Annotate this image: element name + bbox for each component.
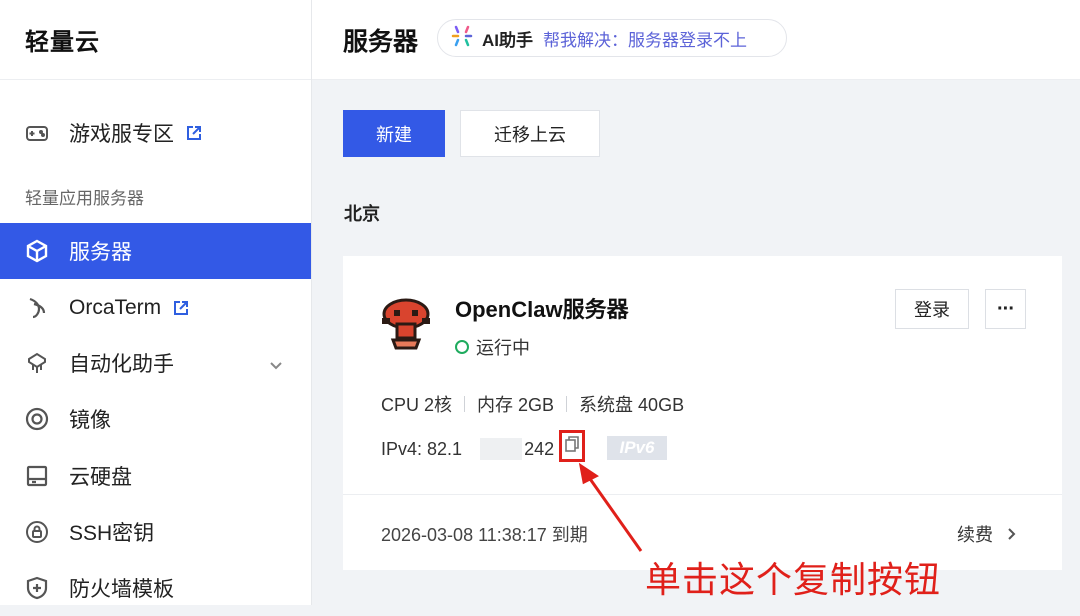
copy-ip-button[interactable] <box>559 430 585 462</box>
sidebar-item-label: 服务器 <box>69 241 132 264</box>
sidebar-item-label: 镜像 <box>69 409 111 432</box>
cube-icon <box>24 238 50 264</box>
ai-assistant-button[interactable]: AI助手 帮我解决：服务器登录不上 <box>437 19 787 57</box>
page-title: 服务器 <box>343 28 419 56</box>
disc-icon <box>24 406 50 432</box>
sidebar-item-label: 自动化助手 <box>69 353 174 376</box>
ipv4-address: IPv4: 82.1 242 <box>381 438 554 460</box>
sidebar-item-firewall[interactable]: 防火墙模板 <box>0 560 311 616</box>
top-header: 服务器 AI助手 帮我解决：服务器登录不上 <box>312 0 1080 80</box>
spec-memory: 内存 2GB <box>477 395 555 415</box>
renew-label: 续费 <box>957 525 993 545</box>
server-avatar <box>379 294 433 350</box>
status-text: 运行中 <box>476 338 530 358</box>
external-link-icon <box>173 300 189 316</box>
sidebar-item-label: 防火墙模板 <box>69 578 174 601</box>
spec-divider <box>464 396 466 412</box>
chevron-down-icon[interactable] <box>269 354 283 378</box>
sidebar-item-label: OrcaTerm <box>69 296 162 319</box>
server-name[interactable]: OpenClaw服务器 <box>455 292 629 324</box>
gamepad-icon <box>24 120 50 146</box>
sidebar-item-label: SSH密钥 <box>69 522 155 545</box>
external-link-icon <box>186 125 202 141</box>
server-specs: CPU 2核 内存 2GB 系统盘 40GB <box>381 391 684 417</box>
more-actions-button[interactable]: ··· <box>985 289 1026 329</box>
new-button[interactable]: 新建 <box>343 110 445 157</box>
chevron-right-icon <box>1007 527 1017 541</box>
copy-icon <box>565 435 579 457</box>
migrate-to-cloud-button[interactable]: 迁移上云 <box>460 110 600 157</box>
redacted-ip-segment <box>480 438 523 460</box>
ai-assistant-name: AI助手 <box>482 30 533 50</box>
expire-date: 2026-03-08 11:38:17 到期 <box>381 525 588 545</box>
ipv4-suffix: 242 <box>524 438 555 459</box>
sidebar-item-servers[interactable]: 服务器 <box>0 223 311 279</box>
login-button[interactable]: 登录 <box>895 289 969 329</box>
server-card: OpenClaw服务器 运行中 登录 ··· CPU 2核 内存 2GB 系统盘… <box>343 256 1062 570</box>
annotation-text: 单击这个复制按钮 <box>645 560 942 601</box>
sidebar-item-images[interactable]: 镜像 <box>0 391 311 447</box>
orca-icon <box>24 295 50 321</box>
card-divider <box>343 494 1062 495</box>
key-lock-icon <box>24 519 50 545</box>
sidebar-item-automation[interactable]: 自动化助手 <box>0 335 311 391</box>
sidebar-item-game-server[interactable]: 游戏服专区 <box>0 105 311 161</box>
sidebar-item-ssh-keys[interactable]: SSH密钥 <box>0 504 311 560</box>
section-label: 轻量应用服务器 <box>25 189 144 208</box>
spec-disk: 系统盘 40GB <box>579 395 685 415</box>
server-status: 运行中 <box>455 334 530 360</box>
sidebar-item-cloud-disk[interactable]: 云硬盘 <box>0 448 311 504</box>
sidebar-item-label: 云硬盘 <box>69 466 132 489</box>
status-running-icon <box>455 340 469 354</box>
ai-sparkle-icon <box>450 24 474 53</box>
ipv4-prefix: IPv4: 82.1 <box>381 438 463 459</box>
shield-icon <box>24 575 50 601</box>
ai-assistant-hint: 帮我解决：服务器登录不上 <box>543 30 747 50</box>
ipv6-badge: IPv6 <box>607 436 667 460</box>
robot-icon <box>24 350 50 376</box>
region-heading: 北京 <box>344 204 380 224</box>
drive-icon <box>24 463 50 489</box>
spec-cpu: CPU 2核 <box>381 395 453 415</box>
brand-title: 轻量云 <box>0 0 311 80</box>
sidebar-item-label: 游戏服专区 <box>69 123 174 146</box>
sidebar-item-orcaterm[interactable]: OrcaTerm <box>0 280 311 336</box>
sidebar: 轻量云 游戏服专区 轻量应用服务器 服务器 OrcaTerm 自动化助手 镜像 … <box>0 0 312 605</box>
spec-divider <box>566 396 568 412</box>
renew-link[interactable]: 续费 <box>957 521 1017 547</box>
